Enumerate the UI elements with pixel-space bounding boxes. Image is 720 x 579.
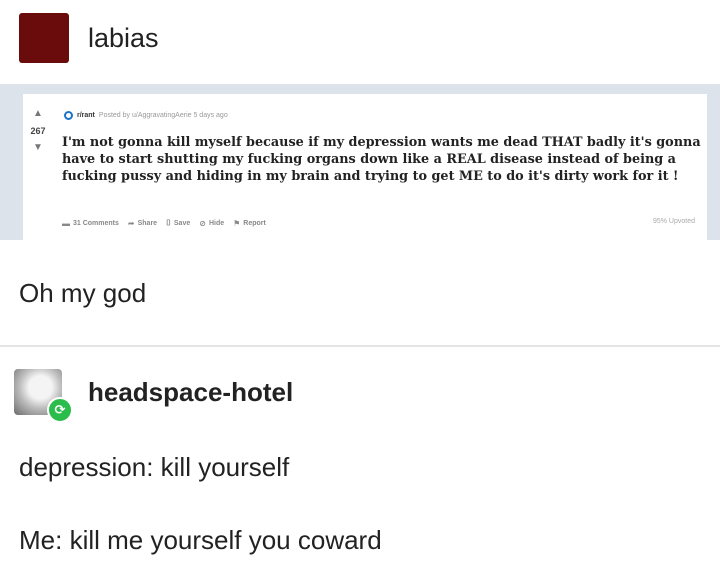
share-action: ➦ Share	[128, 218, 157, 228]
report-label: Report	[243, 219, 266, 227]
downvote-arrow-icon: ▼	[33, 142, 43, 153]
post-header: labias	[0, 0, 720, 84]
post-byline: Posted by u/AggravatingAerie 5 days ago	[98, 112, 228, 119]
reddit-post-title: I'm not gonna kill myself because if my …	[62, 135, 701, 184]
reddit-action-bar: ▬ 31 Comments ➦ Share ⌷ Save ⊘ Hide ⚑ Re…	[62, 218, 266, 228]
avatar[interactable]	[19, 13, 69, 63]
share-icon: ➦	[127, 218, 135, 228]
reddit-post-card: ▲ 267 ▼ r/rant Posted by u/AggravatingAe…	[23, 94, 707, 240]
upvote-ratio: 95% Upvoted	[652, 218, 695, 225]
hide-action: ⊘ Hide	[199, 218, 224, 228]
vote-column: ▲ 267 ▼	[23, 108, 53, 154]
embedded-screenshot: ▲ 267 ▼ r/rant Posted by u/AggravatingAe…	[0, 84, 720, 240]
save-label: Save	[173, 219, 191, 227]
comments-action: ▬ 31 Comments	[62, 218, 119, 228]
vote-score: 267	[30, 126, 46, 136]
comment-icon: ▬	[62, 218, 70, 228]
share-label: Share	[137, 219, 158, 227]
reblog-icon: ⟳	[47, 397, 73, 423]
subreddit-icon	[64, 111, 73, 120]
comments-label: 31 Comments	[73, 219, 119, 227]
reply-line-1: depression: kill yourself	[19, 452, 290, 482]
reply-line-2: Me: kill me yourself you coward	[19, 525, 382, 555]
bookmark-icon: ⌷	[166, 218, 171, 227]
save-action: ⌷ Save	[166, 218, 190, 228]
hide-icon: ⊘	[199, 218, 206, 228]
flag-icon: ⚑	[233, 218, 241, 228]
reblogger-avatar[interactable]: ⟳	[14, 369, 73, 423]
username[interactable]: labias	[88, 23, 159, 54]
subreddit-name: r/rant	[77, 112, 95, 119]
divider	[0, 345, 720, 347]
post-comment: Oh my god	[19, 278, 147, 308]
post-meta: r/rant Posted by u/AggravatingAerie 5 da…	[64, 111, 228, 120]
upvote-arrow-icon: ▲	[33, 108, 43, 119]
reblogger-username[interactable]: headspace-hotel	[88, 377, 293, 408]
report-action: ⚑ Report	[233, 218, 266, 228]
hide-label: Hide	[208, 219, 225, 227]
